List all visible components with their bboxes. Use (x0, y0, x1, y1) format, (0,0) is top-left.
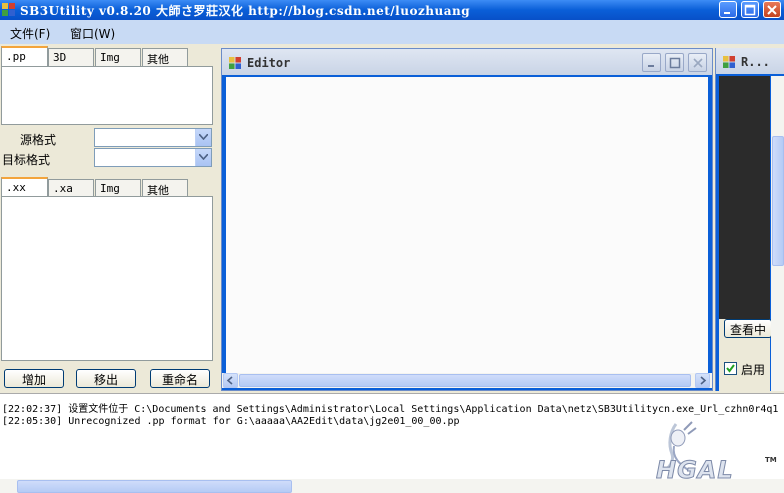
source-format-label: 源格式 (20, 133, 57, 147)
xx-file-list[interactable] (1, 196, 213, 361)
log-hscroll-thumb[interactable] (17, 480, 292, 493)
menu-window[interactable]: 窗口(W) (70, 25, 115, 42)
editor-hscroll-thumb[interactable] (239, 374, 691, 387)
renderer-viewport[interactable] (719, 76, 770, 319)
menu-bar: 文件(F) 窗口(W) (0, 20, 784, 44)
left-panel: .pp 3D Img 其他 源格式 目标格式 .xx .xa Img 其他 增加… (0, 44, 220, 393)
tab-other-2[interactable]: 其他 (142, 179, 188, 197)
app-icon (2, 3, 15, 16)
source-format-select[interactable] (94, 128, 212, 147)
renderer-vscroll[interactable] (771, 76, 784, 391)
pp-file-list[interactable] (1, 66, 213, 125)
close-icon (767, 5, 777, 15)
target-format-label: 目标格式 (2, 153, 51, 167)
tab-other[interactable]: 其他 (142, 48, 188, 66)
view-button[interactable]: 查看中 (724, 319, 772, 338)
renderer-app-icon (723, 56, 735, 68)
minimize-icon (724, 12, 730, 14)
remove-button[interactable]: 移出 (76, 369, 136, 388)
editor-hscroll[interactable] (222, 373, 712, 388)
tab-img[interactable]: Img (95, 48, 141, 66)
tab-3d[interactable]: 3D (48, 48, 94, 66)
add-button[interactable]: 增加 (4, 369, 64, 388)
watermark-text: HGAL (656, 456, 734, 485)
renderer-controls: 查看中 启用 (719, 319, 772, 391)
editor-minimize-button[interactable] (642, 53, 661, 72)
maximize-button[interactable] (741, 1, 759, 18)
renderer-window: R... 查看中 启用 (715, 48, 784, 391)
enable-checkbox[interactable] (724, 362, 737, 375)
check-icon (726, 364, 735, 373)
minimize-button[interactable] (719, 1, 737, 18)
minimize-icon (648, 65, 654, 67)
scroll-right-icon[interactable] (695, 373, 710, 388)
editor-title: Editor (247, 56, 291, 70)
window-title: SB3Utility v0.8.20 大師さ罗莊汉化 http://blog.c… (20, 4, 471, 18)
renderer-title: R... (741, 55, 770, 69)
tab-xx[interactable]: .xx (1, 177, 48, 198)
maximize-icon (744, 4, 756, 16)
chevron-down-icon[interactable] (195, 129, 211, 146)
editor-window: Editor (221, 48, 713, 391)
target-format-select[interactable] (94, 148, 212, 167)
editor-close-button[interactable] (688, 53, 707, 72)
editor-maximize-button[interactable] (665, 53, 684, 72)
rename-button[interactable]: 重命名 (150, 369, 210, 388)
title-bar: SB3Utility v0.8.20 大師さ罗莊汉化 http://blog.c… (0, 0, 784, 20)
renderer-vscroll-thumb[interactable] (772, 136, 784, 266)
renderer-title-bar[interactable]: R... (716, 48, 784, 74)
log-line: [22:05:30] Unrecognized .pp format for G… (2, 416, 460, 427)
hgal-watermark: HGAL TM (648, 418, 778, 485)
editor-canvas[interactable] (226, 77, 708, 373)
editor-title-bar[interactable]: Editor (222, 49, 712, 75)
close-icon (693, 58, 703, 68)
scroll-left-icon[interactable] (223, 373, 238, 388)
menu-file[interactable]: 文件(F) (10, 25, 50, 42)
watermark-tm: TM (765, 456, 777, 464)
tab-pp[interactable]: .pp (1, 46, 48, 67)
editor-app-icon (229, 57, 241, 69)
log-line: [22:02:37] 设置文件位于 C:\Documents and Setti… (2, 404, 779, 415)
enable-checkbox-label: 启用 (741, 363, 766, 377)
close-button[interactable] (763, 1, 781, 18)
chevron-down-icon[interactable] (195, 149, 211, 166)
tab-img-2[interactable]: Img (95, 179, 141, 197)
maximize-icon (669, 57, 681, 69)
tab-xa[interactable]: .xa (48, 179, 94, 197)
